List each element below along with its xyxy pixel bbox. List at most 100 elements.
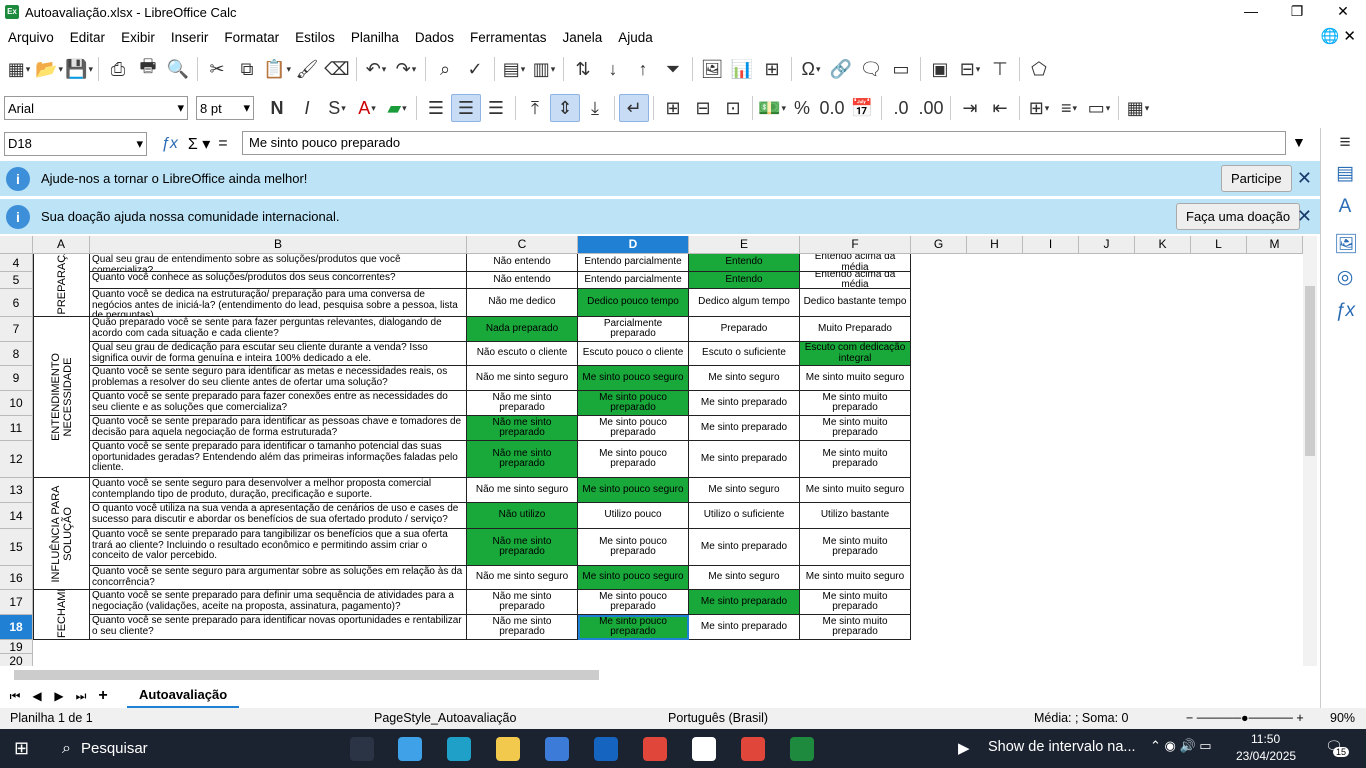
answer-cell-e[interactable]: Entendo (689, 272, 800, 289)
edge-icon[interactable] (447, 737, 471, 761)
selection-sum[interactable]: Média: ; Soma: 0 (1034, 711, 1129, 725)
print-icon[interactable]: 🖶 (133, 55, 163, 83)
row-header-15[interactable]: 15 (0, 529, 33, 566)
answer-cell-d[interactable]: Utilizo pouco (578, 503, 689, 529)
column-header-j[interactable]: J (1079, 236, 1135, 254)
answer-cell-c[interactable]: Não me sinto preparado (467, 441, 578, 478)
media-icon[interactable]: ▶ (958, 739, 970, 757)
answer-cell-c[interactable]: Não me sinto preparado (467, 529, 578, 566)
zoom-slider[interactable]: − ─────●───── + (1186, 711, 1304, 725)
copy-icon[interactable]: ⧉ (232, 55, 262, 83)
windows-start-icon[interactable]: ⊞ (14, 738, 29, 759)
store-icon[interactable] (545, 737, 569, 761)
row-header-14[interactable]: 14 (0, 503, 33, 529)
answer-cell-e[interactable]: Escuto o suficiente (689, 342, 800, 366)
paste-icon[interactable]: 📋 (262, 55, 292, 83)
special-character-icon[interactable]: Ω (796, 55, 826, 83)
answer-cell-e[interactable]: Me sinto seguro (689, 366, 800, 391)
add-sheet-icon[interactable]: + (92, 687, 114, 705)
align-middle-icon[interactable]: ⇕ (550, 94, 580, 122)
answer-cell-d[interactable]: Me sinto pouco preparado (578, 590, 689, 615)
align-center-icon[interactable]: ☰ (451, 94, 481, 122)
menu-dados[interactable]: Dados (407, 30, 462, 45)
answer-cell-d[interactable]: Parcialmente preparado (578, 317, 689, 342)
participe-button[interactable]: Participe (1221, 165, 1292, 192)
find-replace-icon[interactable]: ⌕ (430, 55, 460, 83)
print-preview-icon[interactable]: 🔍 (163, 55, 193, 83)
shadow-icon[interactable]: S (322, 94, 352, 122)
functions-icon[interactable]: ƒx (1334, 300, 1356, 322)
row-header-18[interactable]: 18 (0, 615, 33, 640)
answer-cell-c[interactable]: Não utilizo (467, 503, 578, 529)
question-cell[interactable]: Qual seu grau de dedicação para escutar … (90, 342, 467, 366)
file-explorer-icon[interactable] (496, 737, 520, 761)
answer-cell-e[interactable]: Me sinto preparado (689, 590, 800, 615)
border-style-icon[interactable]: ≡ (1054, 94, 1084, 122)
menu-planilha[interactable]: Planilha (343, 30, 407, 45)
answer-cell-c[interactable]: Não me sinto preparado (467, 416, 578, 441)
answer-cell-c[interactable]: Não me sinto seguro (467, 478, 578, 503)
answer-cell-f[interactable]: Dedico bastante tempo (800, 289, 911, 317)
answer-cell-f[interactable]: Entendo acima da média (800, 254, 911, 272)
answer-cell-f[interactable]: Utilizo bastante (800, 503, 911, 529)
answer-cell-c[interactable]: Não me dedico (467, 289, 578, 317)
answer-cell-c[interactable]: Não me sinto preparado (467, 615, 578, 640)
row-header-11[interactable]: 11 (0, 416, 33, 441)
answer-cell-f[interactable]: Me sinto muito preparado (800, 416, 911, 441)
globe-icon[interactable]: 🌐 ✕ (1321, 27, 1356, 45)
styles-icon[interactable]: A (1334, 196, 1356, 218)
answer-cell-f[interactable]: Escuto com dedicação integral (800, 342, 911, 366)
outlook-icon[interactable] (594, 737, 618, 761)
answer-cell-c[interactable]: Não entendo (467, 254, 578, 272)
question-cell[interactable]: Quanto você se sente preparado para tang… (90, 529, 467, 566)
column-header-g[interactable]: G (911, 236, 967, 254)
answer-cell-d[interactable]: Me sinto pouco preparado (578, 529, 689, 566)
answer-cell-c[interactable]: Não me sinto preparado (467, 391, 578, 416)
zoom-level[interactable]: 90% (1330, 711, 1355, 725)
answer-cell-d[interactable]: Me sinto pouco preparado (578, 615, 689, 640)
row-header-16[interactable]: 16 (0, 566, 33, 590)
answer-cell-f[interactable]: Me sinto muito seguro (800, 478, 911, 503)
sort-ascending-icon[interactable]: ↓ (598, 55, 628, 83)
answer-cell-c[interactable]: Não me sinto preparado (467, 590, 578, 615)
answer-cell-d[interactable]: Me sinto pouco preparado (578, 441, 689, 478)
clock-time[interactable]: 11:50 (1251, 732, 1280, 746)
row-header-17[interactable]: 17 (0, 590, 33, 615)
answer-cell-e[interactable]: Me sinto preparado (689, 615, 800, 640)
menu-inserir[interactable]: Inserir (163, 30, 217, 45)
save-icon[interactable]: 💾 (64, 55, 94, 83)
answer-cell-d[interactable]: Me sinto pouco seguro (578, 478, 689, 503)
column-header-l[interactable]: L (1191, 236, 1247, 254)
prev-sheet-icon[interactable]: ◀ (26, 689, 48, 703)
column-header-m[interactable]: M (1247, 236, 1303, 254)
align-right-icon[interactable]: ☰ (481, 94, 511, 122)
answer-cell-d[interactable]: Entendo parcialmente (578, 272, 689, 289)
question-cell[interactable]: Quanto você se dedica na estruturação/ p… (90, 289, 467, 317)
clear-format-icon[interactable]: ⌫ (322, 55, 352, 83)
question-cell[interactable]: Quão preparado você se sente para fazer … (90, 317, 467, 342)
clock-date[interactable]: 23/04/2025 (1236, 749, 1296, 763)
navigator-icon[interactable]: ◎ (1334, 266, 1356, 288)
capcut-icon[interactable] (692, 737, 716, 761)
spreadsheet-grid[interactable]: A B C D E F G H I J K L M 4 5 6 7 8 9 10 11 12 13 14 15 16 17 18 19 2… (0, 236, 1303, 666)
column-icon[interactable]: ▥ (529, 55, 559, 83)
page-style[interactable]: PageStyle_Autoavaliação (374, 711, 516, 725)
answer-cell-d[interactable]: Entendo parcialmente (578, 254, 689, 272)
row-header-9[interactable]: 9 (0, 366, 33, 391)
column-header-h[interactable]: H (967, 236, 1023, 254)
answer-cell-e[interactable]: Me sinto seguro (689, 478, 800, 503)
donate-button[interactable]: Faça uma doação (1176, 203, 1301, 230)
delete-decimal-icon[interactable]: .00 (916, 94, 946, 122)
row-icon[interactable]: ▤ (499, 55, 529, 83)
row-header-5[interactable]: 5 (0, 272, 33, 289)
header-footer-icon[interactable]: ▭ (886, 55, 916, 83)
align-left-icon[interactable]: ☰ (421, 94, 451, 122)
align-bottom-icon[interactable]: ⤓ (580, 94, 610, 122)
answer-cell-c[interactable]: Não entendo (467, 272, 578, 289)
undo-icon[interactable]: ↶ (361, 55, 391, 83)
sheet-tab[interactable]: Autoavaliação (127, 684, 240, 708)
menu-ferramentas[interactable]: Ferramentas (462, 30, 555, 45)
open-icon[interactable]: 📂 (34, 55, 64, 83)
bold-icon[interactable]: N (262, 94, 292, 122)
menu-ajuda[interactable]: Ajuda (610, 30, 661, 45)
